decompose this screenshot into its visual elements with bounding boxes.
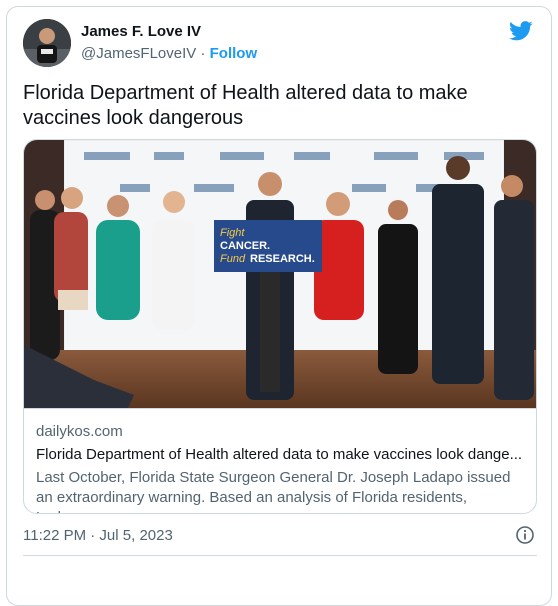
info-icon[interactable] [515,525,535,545]
twitter-bird-icon[interactable] [509,21,533,41]
tweet-embed: James F. Love IV @JamesFLoveIV · Follow … [6,6,552,606]
svg-text:Fight: Fight [220,227,245,239]
link-card[interactable]: Fight CANCER. Fund RESEARCH. dailykos.co… [23,139,537,514]
divider [23,555,537,556]
separator-dot: · [200,45,206,62]
card-title[interactable]: Florida Department of Health altered dat… [36,446,528,463]
card-description: Last October, Florida State Surgeon Gene… [36,469,511,513]
tweet-timestamp[interactable]: 11:22 PM · Jul 5, 2023 [23,527,173,544]
card-domain: dailykos.com [36,423,123,440]
follow-button[interactable]: Follow [210,45,258,62]
author-name[interactable]: James F. Love IV [81,23,201,40]
svg-text:CANCER.: CANCER. [220,240,270,252]
author-handle[interactable]: @JamesFLoveIV [81,45,196,62]
svg-text:Fund: Fund [220,253,246,265]
author-handle-row: @JamesFLoveIV · Follow [81,45,257,62]
user-avatar-icon[interactable] [23,19,71,67]
svg-text:RESEARCH.: RESEARCH. [250,253,315,265]
card-info[interactable]: dailykos.com Florida Department of Healt… [24,408,536,513]
card-image[interactable]: Fight CANCER. Fund RESEARCH. [24,140,536,408]
tweet-text: Florida Department of Health altered dat… [23,82,468,129]
